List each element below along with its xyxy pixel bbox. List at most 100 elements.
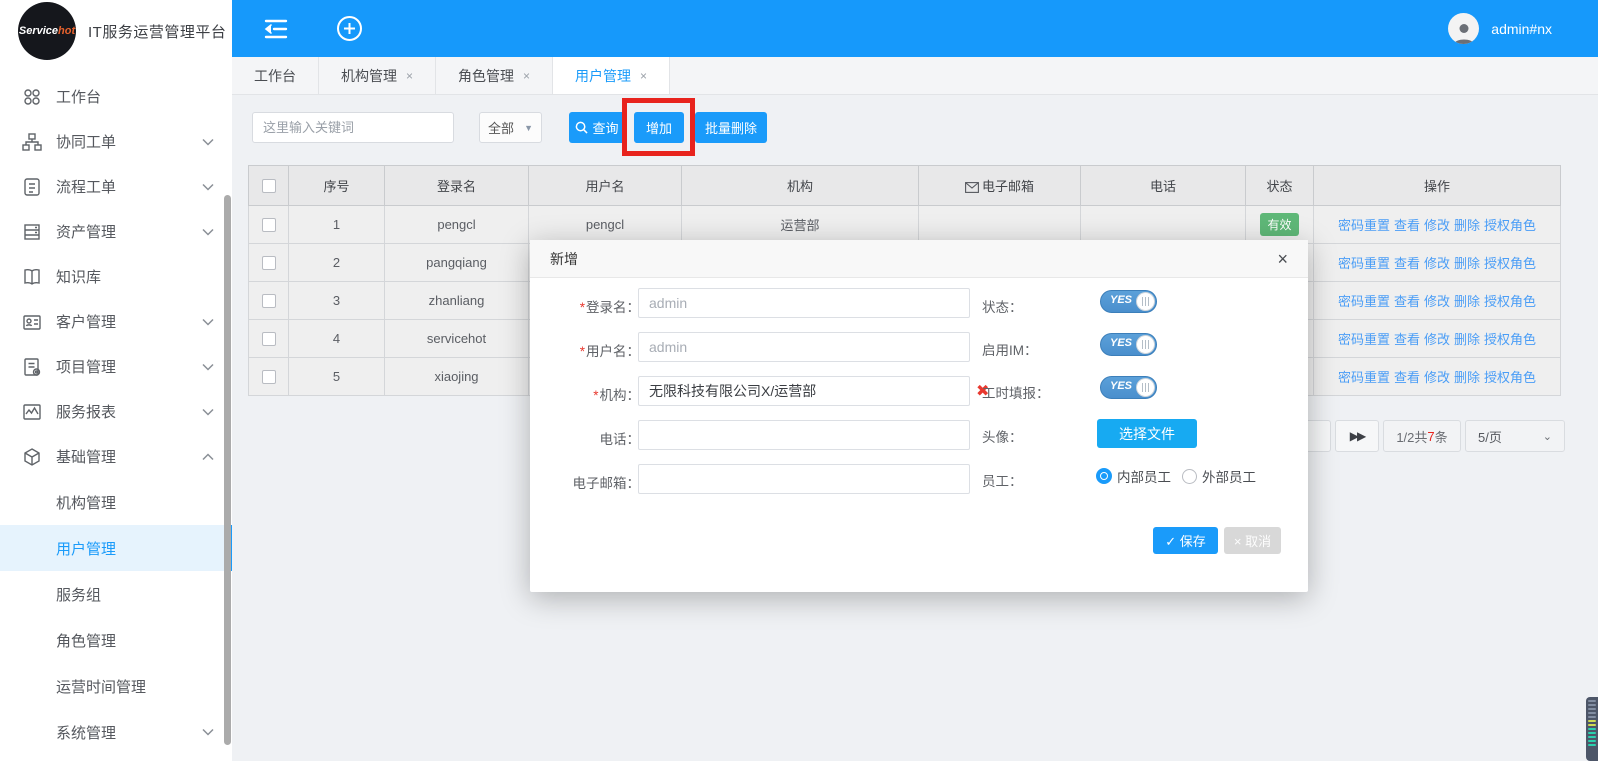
- reset-password-link[interactable]: 密码重置: [1338, 256, 1390, 271]
- status-toggle[interactable]: YES: [1100, 290, 1157, 313]
- edit-link[interactable]: 修改: [1424, 256, 1450, 271]
- delete-link[interactable]: 删除: [1454, 370, 1480, 385]
- edit-link[interactable]: 修改: [1424, 332, 1450, 347]
- close-icon[interactable]: ×: [523, 69, 530, 83]
- sidebar-item-process-orders[interactable]: 流程工单: [0, 164, 232, 209]
- view-link[interactable]: 查看: [1394, 256, 1420, 271]
- tab-workbench[interactable]: 工作台: [232, 57, 319, 94]
- customer-mgmt-icon: [22, 312, 42, 332]
- org-input[interactable]: [638, 376, 970, 406]
- edit-link[interactable]: 修改: [1424, 370, 1450, 385]
- internal-employee-label: 内部员工: [1117, 466, 1171, 486]
- chevron-up-icon: [202, 453, 214, 461]
- login-input[interactable]: [638, 288, 970, 318]
- close-icon[interactable]: ×: [406, 69, 413, 83]
- keyword-search-input[interactable]: [252, 112, 454, 143]
- tab-label: 角色管理: [458, 66, 514, 86]
- grant-role-link[interactable]: 授权角色: [1484, 294, 1536, 309]
- filter-select[interactable]: 全部 ▼: [479, 112, 542, 143]
- last-page-icon: ▶▶: [1350, 429, 1364, 443]
- edit-link[interactable]: 修改: [1424, 294, 1450, 309]
- row-checkbox[interactable]: [262, 370, 276, 384]
- sidebar-subitem-optime-mgmt[interactable]: 运营时间管理: [0, 663, 232, 709]
- sidebar-item-service-reports[interactable]: 服务报表: [0, 389, 232, 434]
- sidebar-item-customer-mgmt[interactable]: 客户管理: [0, 299, 232, 344]
- reset-password-link[interactable]: 密码重置: [1338, 370, 1390, 385]
- asset-mgmt-icon: [22, 222, 42, 242]
- collapse-menu-icon[interactable]: [262, 17, 290, 41]
- sidebar-subitem-role-mgmt[interactable]: 角色管理: [0, 617, 232, 663]
- username-label[interactable]: admin#nx: [1491, 21, 1552, 37]
- pagination-info-suffix: 条: [1435, 427, 1448, 446]
- last-page-button[interactable]: ▶▶: [1335, 420, 1379, 452]
- cell-name: pengcl: [529, 206, 682, 244]
- user-avatar[interactable]: [1448, 13, 1479, 44]
- reset-password-link[interactable]: 密码重置: [1338, 332, 1390, 347]
- delete-link[interactable]: 删除: [1454, 294, 1480, 309]
- view-link[interactable]: 查看: [1394, 218, 1420, 233]
- batch-delete-button[interactable]: 批量删除: [695, 112, 767, 143]
- grant-role-link[interactable]: 授权角色: [1484, 370, 1536, 385]
- view-link[interactable]: 查看: [1394, 294, 1420, 309]
- page-size-select[interactable]: 5/页 ⌄: [1465, 420, 1565, 452]
- save-button[interactable]: ✓ 保存: [1153, 527, 1218, 554]
- select-all-checkbox[interactable]: [262, 179, 276, 193]
- tab-org-mgmt[interactable]: 机构管理 ×: [319, 57, 436, 94]
- grant-role-link[interactable]: 授权角色: [1484, 332, 1536, 347]
- name-input[interactable]: [638, 332, 970, 362]
- add-button[interactable]: 增加: [634, 112, 684, 143]
- reset-password-link[interactable]: 密码重置: [1338, 294, 1390, 309]
- servicehot-logo: Servicehot: [18, 2, 76, 60]
- sidebar-item-label: 项目管理: [56, 356, 116, 377]
- sidebar-scrollbar[interactable]: [224, 195, 231, 745]
- sidebar-item-knowledge-base[interactable]: 知识库: [0, 254, 232, 299]
- delete-link[interactable]: 删除: [1454, 332, 1480, 347]
- edit-link[interactable]: 修改: [1424, 218, 1450, 233]
- choose-file-button[interactable]: 选择文件: [1097, 419, 1197, 448]
- sidebar-item-label: 客户管理: [56, 311, 116, 332]
- sidebar-item-collab-orders[interactable]: 协同工单: [0, 119, 232, 164]
- sidebar-subitem-system-mgmt[interactable]: 系统管理: [0, 709, 232, 755]
- im-toggle[interactable]: YES: [1100, 333, 1157, 356]
- add-tab-plus-icon[interactable]: [336, 15, 363, 42]
- delete-link[interactable]: 删除: [1454, 256, 1480, 271]
- cell-login: zhanliang: [385, 282, 529, 320]
- toggle-knob: [1136, 335, 1155, 354]
- sidebar-subitem-service-group[interactable]: 服务组: [0, 571, 232, 617]
- delete-link[interactable]: 删除: [1454, 218, 1480, 233]
- close-icon[interactable]: ×: [1277, 250, 1288, 268]
- external-employee-radio[interactable]: [1182, 469, 1197, 484]
- cell-ops: 密码重置查看修改删除授权角色: [1314, 244, 1561, 282]
- sidebar-item-project-mgmt[interactable]: 项目管理: [0, 344, 232, 389]
- tab-user-mgmt[interactable]: 用户管理 ×: [553, 57, 670, 94]
- chevron-down-icon: [202, 228, 214, 236]
- sidebar-item-base-mgmt[interactable]: 基础管理: [0, 434, 232, 479]
- row-checkbox[interactable]: [262, 218, 276, 232]
- row-checkbox[interactable]: [262, 256, 276, 270]
- email-input[interactable]: [638, 464, 970, 494]
- cancel-button[interactable]: × 取消: [1224, 527, 1281, 554]
- internal-employee-radio[interactable]: [1096, 468, 1112, 484]
- view-link[interactable]: 查看: [1394, 332, 1420, 347]
- row-checkbox[interactable]: [262, 332, 276, 346]
- view-link[interactable]: 查看: [1394, 370, 1420, 385]
- cell-login: xiaojing: [385, 358, 529, 396]
- phone-input[interactable]: [638, 420, 970, 450]
- cell-email: [919, 206, 1081, 244]
- grant-role-link[interactable]: 授权角色: [1484, 218, 1536, 233]
- avatar-label: 头像：: [982, 426, 1092, 446]
- pagination-info-prefix: 1/2共: [1396, 427, 1427, 446]
- reset-password-link[interactable]: 密码重置: [1338, 218, 1390, 233]
- sidebar-subitem-org-mgmt[interactable]: 机构管理: [0, 479, 232, 525]
- sidebar-item-workbench[interactable]: 工作台: [0, 74, 232, 119]
- grant-role-link[interactable]: 授权角色: [1484, 256, 1536, 271]
- timesheet-toggle[interactable]: YES: [1100, 376, 1157, 399]
- sidebar-item-asset-mgmt[interactable]: 资产管理: [0, 209, 232, 254]
- email-label: 电子邮箱：: [554, 472, 640, 492]
- query-button[interactable]: 查询: [569, 112, 625, 143]
- tab-role-mgmt[interactable]: 角色管理 ×: [436, 57, 553, 94]
- row-checkbox[interactable]: [262, 294, 276, 308]
- sidebar-subitem-user-mgmt[interactable]: 用户管理: [0, 525, 232, 571]
- close-icon[interactable]: ×: [640, 69, 647, 83]
- cell-no: 3: [289, 282, 385, 320]
